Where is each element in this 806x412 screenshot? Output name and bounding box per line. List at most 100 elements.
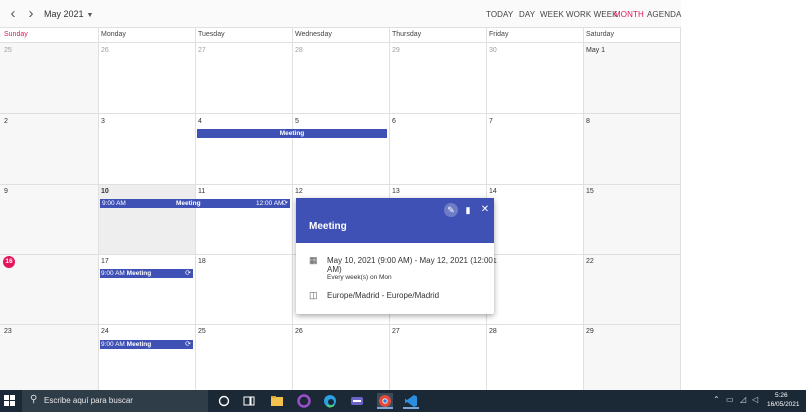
delete-icon[interactable]: ▮ bbox=[461, 203, 475, 217]
date-cell[interactable]: 7 bbox=[489, 118, 493, 125]
app-window-icon[interactable] bbox=[349, 393, 365, 409]
taskbar-search-box[interactable]: ⚲ Escribe aquí para buscar bbox=[22, 390, 208, 412]
event-start-time: 9:00 AM bbox=[102, 200, 126, 207]
date-cell[interactable]: 26 bbox=[295, 328, 303, 335]
cell-bg bbox=[584, 254, 681, 324]
date-cell[interactable]: 28 bbox=[489, 328, 497, 335]
recurrence-icon: ⟳ bbox=[185, 341, 191, 348]
event-title: Meeting bbox=[176, 200, 201, 207]
caret-down-icon: ▼ bbox=[86, 12, 94, 19]
popup-recurrence: Every week(s) on Mon bbox=[327, 274, 392, 281]
popup-date-range-cont: AM) bbox=[327, 265, 342, 274]
edit-icon[interactable]: ✎ bbox=[444, 203, 458, 217]
event-title: Meeting bbox=[279, 130, 305, 137]
close-icon[interactable]: ✕ bbox=[478, 203, 492, 217]
date-cell[interactable]: 18 bbox=[198, 258, 206, 265]
popup-header: ✎ ▮ ✕ Meeting bbox=[296, 198, 494, 243]
event-meeting-selected[interactable]: 9:00 AM Meeting 12:00 AM ⟳ bbox=[100, 199, 290, 208]
date-cell[interactable]: 23 bbox=[4, 328, 12, 335]
recurrence-icon: ⟳ bbox=[185, 270, 191, 277]
date-cell[interactable]: 11 bbox=[198, 188, 205, 195]
event-start-time: 9:00 AM bbox=[101, 270, 125, 277]
agenda-view-button[interactable]: AGENDA bbox=[647, 10, 681, 19]
search-icon: ⚲ bbox=[30, 394, 38, 405]
edge-browser-icon[interactable] bbox=[322, 393, 338, 409]
recurrence-icon: ⟳ bbox=[282, 200, 288, 207]
date-cell[interactable]: May 1 bbox=[586, 47, 605, 54]
today-date-badge[interactable]: 16 bbox=[3, 256, 15, 268]
date-cell[interactable]: 24 bbox=[101, 328, 109, 335]
day-name-tuesday: Tuesday bbox=[198, 31, 225, 38]
event-quick-popup: ✎ ▮ ✕ Meeting ▦ May 10, 2021 (9:00 AM) -… bbox=[296, 198, 494, 314]
clock-date[interactable]: 16/05/2021 bbox=[767, 401, 800, 408]
day-name-saturday: Saturday bbox=[586, 31, 615, 38]
event-meeting[interactable]: 9:00 AM Meeting ⟳ bbox=[100, 340, 193, 349]
scheduler-toolbar: ‹ › May 2021 ▼ TODAY DAY WEEK WORK WEEK M… bbox=[0, 0, 681, 28]
chevron-up-icon[interactable]: ⌃ bbox=[713, 395, 720, 404]
event-end-time: 12:00 AM bbox=[256, 200, 284, 207]
date-cell[interactable]: 29 bbox=[586, 328, 594, 335]
event-meeting[interactable]: 9:00 AM Meeting ⟳ bbox=[100, 269, 193, 278]
date-cell[interactable]: 27 bbox=[392, 328, 400, 335]
grid-line bbox=[98, 28, 99, 390]
timezone-icon: ◫ bbox=[309, 290, 318, 300]
date-cell[interactable]: 3 bbox=[101, 118, 105, 125]
date-range-label: May 2021 bbox=[44, 9, 84, 19]
date-cell[interactable]: 12 bbox=[295, 188, 303, 195]
today-button[interactable]: TODAY bbox=[486, 10, 513, 19]
file-explorer-icon[interactable] bbox=[269, 393, 285, 409]
chrome-browser-icon[interactable] bbox=[377, 393, 393, 409]
date-cell[interactable]: 25 bbox=[198, 328, 206, 335]
date-cell[interactable]: 8 bbox=[586, 118, 590, 125]
windows-start-icon[interactable] bbox=[4, 395, 16, 407]
grid-line bbox=[292, 28, 293, 390]
date-cell[interactable]: 5 bbox=[295, 118, 299, 125]
volume-icon[interactable]: ◁ bbox=[752, 395, 758, 404]
grid-line bbox=[0, 113, 681, 114]
week-view-button[interactable]: WEEK bbox=[540, 10, 564, 19]
cell-bg bbox=[0, 184, 98, 254]
grid-line bbox=[0, 324, 681, 325]
date-cell[interactable]: 2 bbox=[4, 118, 8, 125]
grid-line bbox=[195, 28, 196, 390]
day-view-button[interactable]: DAY bbox=[519, 10, 535, 19]
popup-timezone: Europe/Madrid - Europe/Madrid bbox=[327, 291, 440, 300]
cortana-icon[interactable] bbox=[216, 393, 232, 409]
app-window: ‹ › May 2021 ▼ TODAY DAY WEEK WORK WEEK M… bbox=[0, 0, 806, 412]
date-cell[interactable]: 15 bbox=[586, 188, 594, 195]
date-cell[interactable]: 25 bbox=[4, 47, 12, 54]
popup-date-range: May 10, 2021 (9:00 AM) - May 12, 2021 (1… bbox=[327, 256, 493, 265]
date-cell[interactable]: 6 bbox=[392, 118, 396, 125]
date-cell[interactable]: 17 bbox=[101, 258, 109, 265]
vscode-icon[interactable] bbox=[403, 393, 419, 409]
day-name-wednesday: Wednesday bbox=[295, 31, 332, 38]
chevron-right-icon[interactable]: › bbox=[23, 6, 39, 22]
date-cell[interactable]: 26 bbox=[101, 47, 109, 54]
month-view-button[interactable]: MONTH bbox=[614, 10, 644, 19]
date-cell[interactable]: 22 bbox=[586, 258, 594, 265]
network-icon[interactable]: ◿ bbox=[740, 395, 746, 404]
event-meeting[interactable]: Meeting bbox=[197, 129, 387, 138]
grid-line bbox=[0, 42, 681, 43]
date-range-dropdown[interactable]: May 2021 ▼ bbox=[44, 9, 93, 19]
clock-time[interactable]: 5:26 bbox=[775, 392, 788, 399]
date-cell[interactable]: 4 bbox=[198, 118, 202, 125]
date-cell[interactable]: 13 bbox=[392, 188, 400, 195]
cell-bg bbox=[584, 113, 681, 184]
app-circle-icon[interactable] bbox=[296, 393, 312, 409]
date-cell[interactable]: 27 bbox=[198, 47, 206, 54]
chevron-left-icon[interactable]: ‹ bbox=[5, 6, 21, 22]
day-name-sunday: Sunday bbox=[4, 31, 28, 38]
task-view-icon[interactable] bbox=[241, 393, 257, 409]
taskbar: ⚲ Escribe aquí para buscar ⌃ ▭ ◿ ◁ 5:26 … bbox=[0, 390, 806, 412]
date-cell[interactable]: 10 bbox=[101, 188, 109, 195]
date-cell[interactable]: 28 bbox=[295, 47, 303, 54]
day-name-monday: Monday bbox=[101, 31, 126, 38]
date-cell[interactable]: 9 bbox=[4, 188, 8, 195]
date-cell[interactable]: 30 bbox=[489, 47, 497, 54]
battery-icon[interactable]: ▭ bbox=[726, 395, 734, 404]
day-name-friday: Friday bbox=[489, 31, 509, 38]
date-cell[interactable]: 29 bbox=[392, 47, 400, 54]
work-week-view-button[interactable]: WORK WEEK bbox=[566, 10, 618, 19]
date-cell[interactable]: 14 bbox=[489, 188, 497, 195]
